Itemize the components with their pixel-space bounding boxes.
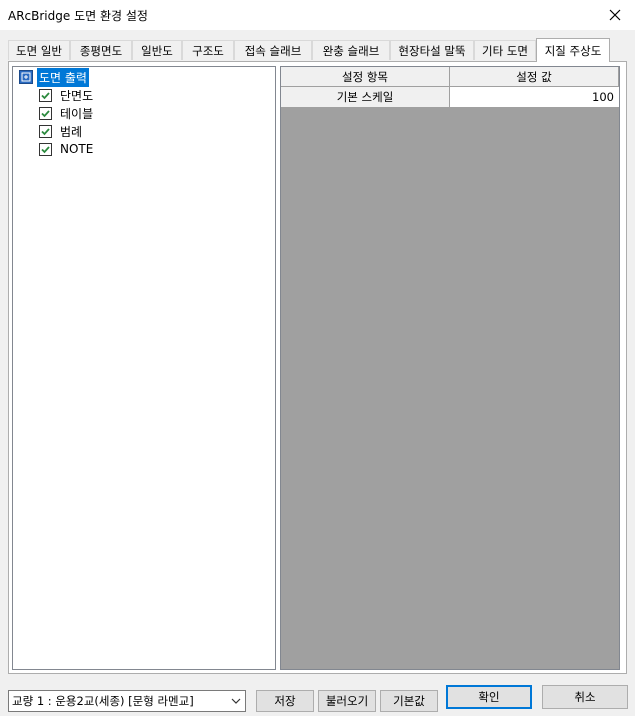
grid-row-value[interactable]: 100 bbox=[450, 87, 619, 107]
close-button[interactable] bbox=[595, 0, 635, 30]
window-title: ARcBridge 도면 환경 설정 bbox=[8, 9, 148, 23]
tab-general-drawing[interactable]: 일반도 bbox=[132, 40, 182, 60]
tree-item-table[interactable]: 테이블 bbox=[39, 104, 93, 122]
tab-drawing-general[interactable]: 도면 일반 bbox=[8, 40, 70, 60]
tree-item-label: 단면도 bbox=[60, 88, 94, 103]
tab-structural-drawing[interactable]: 구조도 bbox=[182, 40, 234, 60]
checkbox-legend[interactable] bbox=[39, 124, 52, 138]
drawing-output-tree[interactable]: 도면 출력 단면도 테이블 범례 NOTE bbox=[12, 66, 276, 670]
checkbox-section[interactable] bbox=[39, 88, 52, 102]
tab-geological-column[interactable]: 지질 주상도 bbox=[536, 38, 610, 62]
tab-other-drawings[interactable]: 기타 도면 bbox=[474, 40, 536, 60]
tab-label: 기타 도면 bbox=[482, 43, 528, 58]
tree-item-label: NOTE bbox=[60, 142, 94, 156]
bridge-select[interactable]: 교량 1 : 운용2교(세종) [문형 라멘교] bbox=[8, 690, 246, 712]
close-icon bbox=[609, 9, 621, 21]
load-button[interactable]: 불러오기 bbox=[318, 690, 376, 712]
ok-button[interactable]: 확인 bbox=[446, 685, 532, 709]
settings-grid: 설정 항목 설정 값 기본 스케일 100 bbox=[280, 66, 620, 670]
checkmark-icon bbox=[41, 145, 50, 153]
tab-label: 구조도 bbox=[192, 43, 224, 58]
tab-label: 도면 일반 bbox=[16, 43, 62, 58]
column-header-setting-item[interactable]: 설정 항목 bbox=[281, 67, 450, 87]
title-bar: ARcBridge 도면 환경 설정 bbox=[0, 0, 635, 30]
bridge-select-value: 교량 1 : 운용2교(세종) [문형 라멘교] bbox=[12, 694, 194, 708]
checkmark-icon bbox=[41, 91, 50, 99]
tab-label: 접속 슬래브 bbox=[244, 43, 302, 58]
tree-node-icon bbox=[19, 70, 33, 84]
tab-cast-in-place-pile[interactable]: 현장타설 말뚝 bbox=[390, 40, 474, 60]
tab-approach-slab[interactable]: 접속 슬래브 bbox=[234, 40, 312, 60]
checkmark-icon bbox=[41, 109, 50, 117]
grid-row-key: 기본 스케일 bbox=[281, 87, 450, 107]
cancel-button[interactable]: 취소 bbox=[542, 685, 628, 709]
checkbox-note[interactable] bbox=[39, 142, 52, 156]
tree-item-section[interactable]: 단면도 bbox=[39, 86, 93, 104]
tab-label: 종평면도 bbox=[79, 43, 123, 58]
default-button[interactable]: 기본값 bbox=[380, 690, 438, 712]
tab-label: 완충 슬래브 bbox=[322, 43, 380, 58]
save-button[interactable]: 저장 bbox=[256, 690, 314, 712]
tab-label: 현장타설 말뚝 bbox=[398, 43, 466, 58]
tree-root-label: 도면 출력 bbox=[37, 67, 89, 87]
column-header-setting-value[interactable]: 설정 값 bbox=[450, 67, 619, 87]
tree-root[interactable]: 도면 출력 bbox=[19, 67, 89, 87]
tab-label: 지질 주상도 bbox=[544, 43, 602, 58]
tree-item-note[interactable]: NOTE bbox=[39, 140, 93, 158]
tree-item-label: 범례 bbox=[60, 124, 83, 139]
tab-longitudinal-plan[interactable]: 종평면도 bbox=[70, 40, 132, 60]
checkmark-icon bbox=[41, 127, 50, 135]
tree-item-legend[interactable]: 범례 bbox=[39, 122, 82, 140]
chevron-down-icon[interactable] bbox=[227, 691, 245, 711]
tab-label: 일반도 bbox=[141, 43, 173, 58]
checkbox-table[interactable] bbox=[39, 106, 52, 120]
tab-buffer-slab[interactable]: 완충 슬래브 bbox=[312, 40, 390, 60]
tree-item-label: 테이블 bbox=[60, 106, 94, 121]
